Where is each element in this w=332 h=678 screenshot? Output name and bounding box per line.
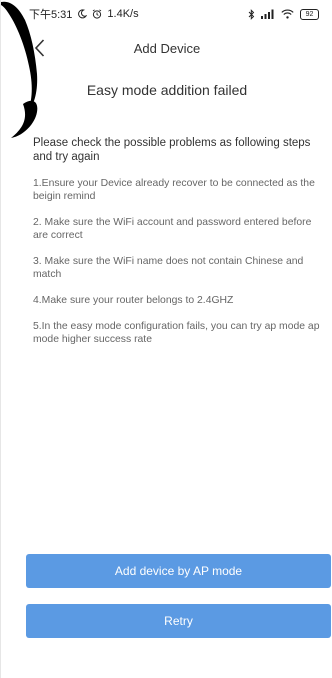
chevron-left-icon bbox=[34, 39, 45, 57]
status-bar: 下午5:31 1.4K/s 92 bbox=[1, 0, 332, 28]
app-header: Add Device bbox=[1, 28, 332, 68]
status-time: 下午5:31 bbox=[29, 9, 73, 21]
list-item: 5.In the easy mode configuration fails, … bbox=[33, 321, 320, 345]
list-item: 1.Ensure your Device already recover to … bbox=[33, 178, 315, 202]
alarm-icon bbox=[92, 9, 102, 19]
network-speed: 1.4K/s bbox=[107, 8, 139, 20]
troubleshooting-list: Please check the possible problems as fo… bbox=[33, 136, 325, 359]
wifi-icon bbox=[281, 9, 294, 19]
status-bar-left: 下午5:31 1.4K/s bbox=[29, 6, 139, 22]
bluetooth-icon bbox=[248, 8, 255, 20]
screen: 下午5:31 1.4K/s 92 Add Device Easy mode ad… bbox=[0, 0, 332, 678]
signal-icon bbox=[261, 9, 275, 19]
list-item: 2. Make sure the WiFi account and passwo… bbox=[33, 217, 312, 241]
page-title: Add Device bbox=[133, 40, 201, 56]
moon-icon bbox=[77, 9, 88, 19]
list-item: 4.Make sure your router belongs to 2.4GH… bbox=[33, 295, 234, 306]
status-bar-right: 92 bbox=[248, 8, 319, 20]
retry-button[interactable]: Retry bbox=[26, 604, 331, 638]
back-button[interactable] bbox=[29, 36, 49, 60]
add-device-ap-mode-button[interactable]: Add device by AP mode bbox=[26, 554, 331, 588]
list-item: 3. Make sure the WiFi name does not cont… bbox=[33, 256, 304, 280]
battery-icon: 92 bbox=[300, 8, 319, 20]
fail-title: Easy mode addition failed bbox=[86, 82, 248, 98]
intro-text: Please check the possible problems as fo… bbox=[33, 137, 311, 163]
